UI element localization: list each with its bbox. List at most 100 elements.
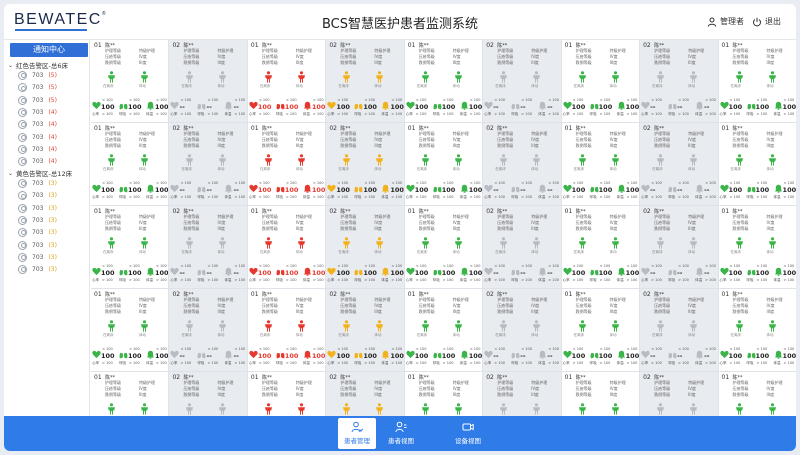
heart-rate-label: 心率 bbox=[719, 278, 727, 282]
temperature-upper: < 100 bbox=[391, 347, 403, 351]
bed-card[interactable]: 02陈**护理等级压疮等级跌倒等级特级护理IV度III度在离床体动< 100--… bbox=[483, 289, 561, 371]
heart-rate-label: 心率 bbox=[248, 112, 256, 116]
alarm-list-item[interactable]: 703 (4) bbox=[18, 119, 57, 130]
care-labels: 护理等级 压疮等级 跌倒等级 bbox=[418, 380, 435, 397]
bed-card[interactable]: 01陈**护理等级压疮等级跌倒等级特级护理IV度III度在离床体动< 10010… bbox=[561, 40, 640, 122]
temperature-upper: < 100 bbox=[626, 347, 638, 351]
movement-status-label: 体动 bbox=[295, 250, 303, 254]
alarm-list-item[interactable]: 703 (3) bbox=[18, 227, 57, 238]
bed-card[interactable]: 02陈**护理等级压疮等级跌倒等级特级护理IV度III度在离床体动< 100--… bbox=[483, 123, 561, 205]
bed-card[interactable]: 01陈**护理等级压疮等级跌倒等级特级护理IV度III度在离床体动< 10010… bbox=[404, 40, 483, 122]
body-movement-icon bbox=[454, 71, 462, 83]
bed-card[interactable]: 01陈**护理等级压疮等级跌倒等级特级护理IV度III度在离床体动< 10010… bbox=[404, 123, 483, 205]
heart-rate-value: 100 bbox=[101, 269, 115, 277]
notification-center-button[interactable]: 通知中心 bbox=[10, 43, 88, 57]
nav-device-view[interactable]: 设备视图 bbox=[449, 418, 487, 449]
bed-card[interactable]: 01陈**护理等级压疮等级跌倒等级特级护理IV度III度在离床体动< 10010… bbox=[718, 40, 796, 122]
nav-patient-management[interactable]: 患者管理 bbox=[338, 418, 376, 449]
alarm-list-item[interactable]: 703 (3) bbox=[18, 178, 57, 189]
respiration-lower: > 100 bbox=[521, 278, 532, 282]
bed-card[interactable]: 01陈**护理等级压疮等级跌倒等级特级护理IV度III度在离床体动< 10010… bbox=[91, 123, 169, 205]
patient-view-icon bbox=[395, 421, 407, 433]
alarm-list-item[interactable]: 703 (5) bbox=[18, 95, 57, 106]
admin-button[interactable]: 管理者 bbox=[707, 16, 744, 27]
logout-button[interactable]: 退出 bbox=[752, 16, 781, 27]
movement-status-label: 体动 bbox=[609, 167, 617, 171]
bed-card[interactable]: 02陈**护理等级压疮等级跌倒等级特级护理IV度III度在离床体动< 100--… bbox=[483, 206, 561, 288]
bed-presence-icon bbox=[578, 237, 586, 249]
temperature-upper: < 100 bbox=[391, 181, 403, 185]
bed-card[interactable]: 01陈**护理等级压疮等级跌倒等级特级护理IV度III度在离床体动< 10010… bbox=[718, 123, 796, 205]
bed-card[interactable]: 02陈**护理等级压疮等级跌倒等级特级护理IV度III度在离床体动< 100--… bbox=[640, 206, 718, 288]
heart-rate-label: 心率 bbox=[641, 195, 649, 199]
heart-icon bbox=[563, 101, 572, 110]
alarm-list-item[interactable]: 703 (4) bbox=[18, 156, 57, 167]
bed-card[interactable]: 01陈**护理等级压疮等级跌倒等级特级护理IV度III度在离床体动< 10010… bbox=[247, 40, 326, 122]
vitals-row: < 100--> 100心率< 100--> 100呼吸< 100--> 100… bbox=[640, 259, 717, 285]
bed-status-label: 在离床 bbox=[495, 84, 506, 88]
bed-card[interactable]: 02陈**护理等级压疮等级跌倒等级特级护理IV度III度在离床体动< 100--… bbox=[640, 123, 718, 205]
bed-card[interactable]: 02陈**护理等级压疮等级跌倒等级特级护理IV度III度在离床体动< 100--… bbox=[169, 40, 247, 122]
alarm-list-item[interactable]: 703 (3) bbox=[18, 264, 57, 275]
bed-card[interactable]: 02陈**护理等级压疮等级跌倒等级特级护理IV度III度在离床体动< 100--… bbox=[169, 123, 247, 205]
movement-status-label: 体动 bbox=[217, 333, 225, 337]
bed-card[interactable]: 01陈**护理等级压疮等级跌倒等级特级护理IV度III度在离床体动< 10010… bbox=[561, 289, 640, 371]
bed-card[interactable]: 02陈**护理等级压疮等级跌倒等级特级护理IV度III度在离床体动< 10010… bbox=[326, 289, 404, 371]
heart-rate-lower: > 100 bbox=[572, 278, 584, 282]
bed-card[interactable]: 02陈**护理等级压疮等级跌倒等级特级护理IV度III度在离床体动< 100--… bbox=[169, 289, 247, 371]
temperature-upper: < 100 bbox=[783, 264, 795, 268]
alarm-list-item[interactable]: 703 (4) bbox=[18, 144, 57, 155]
red-alarm-group-header[interactable]: ⌄ 红色告警区-总6床 bbox=[8, 60, 68, 71]
lungs-icon bbox=[668, 184, 677, 193]
alarm-list-item[interactable]: 703 (3) bbox=[18, 215, 57, 226]
bed-card[interactable]: 02陈**护理等级压疮等级跌倒等级特级护理IV度III度在离床体动< 100--… bbox=[169, 206, 247, 288]
alarm-list-item[interactable]: 703 (3) bbox=[18, 252, 57, 263]
alarm-list-item[interactable]: 703 (5) bbox=[18, 82, 57, 93]
bed-card[interactable]: 01陈**护理等级压疮等级跌倒等级特级护理IV度III度在离床体动< 10010… bbox=[561, 123, 640, 205]
bed-card[interactable]: 02陈**护理等级压疮等级跌倒等级特级护理IV度III度在离床体动< 10010… bbox=[326, 123, 404, 205]
bed-card[interactable]: 01陈**护理等级压疮等级跌倒等级特级护理IV度III度在离床体动< 10010… bbox=[91, 289, 169, 371]
respiration-value: -- bbox=[677, 352, 683, 360]
temperature-lower: > 100 bbox=[783, 361, 795, 365]
bed-card[interactable]: 01陈**护理等级压疮等级跌倒等级特级护理IV度III度在离床体动< 10010… bbox=[91, 206, 169, 288]
heart-rate-label: 心率 bbox=[719, 195, 727, 199]
bed-presence-icon bbox=[264, 403, 272, 415]
respiration-lower: > 100 bbox=[756, 195, 768, 199]
alarm-list-item[interactable]: 703 (3) bbox=[18, 203, 57, 214]
respiration-upper: < 100 bbox=[442, 181, 454, 185]
bed-card[interactable]: 02陈**护理等级压疮等级跌倒等级特级护理IV度III度在离床体动< 10010… bbox=[326, 40, 404, 122]
lungs-icon bbox=[590, 350, 599, 359]
care-labels: 护理等级 压疮等级 跌倒等级 bbox=[105, 131, 121, 148]
heart-rate-upper: < 100 bbox=[494, 98, 505, 102]
heart-rate-lower: > 100 bbox=[494, 112, 505, 116]
temperature-upper: < 100 bbox=[312, 181, 324, 185]
heart-rate-lower: > 100 bbox=[572, 195, 584, 199]
bed-card[interactable]: 02陈**护理等级压疮等级跌倒等级特级护理IV度III度在离床体动< 100--… bbox=[640, 289, 718, 371]
bed-card[interactable]: 01陈**护理等级压疮等级跌倒等级特级护理IV度III度在离床体动< 10010… bbox=[404, 289, 483, 371]
alarm-list-item[interactable]: 703 (4) bbox=[18, 107, 57, 118]
alarm-list-item[interactable]: 703 (3) bbox=[18, 240, 57, 251]
bed-status-label: 在离床 bbox=[652, 250, 663, 254]
bed-card[interactable]: 01陈**护理等级压疮等级跌倒等级特级护理IV度III度在离床体动< 10010… bbox=[718, 289, 796, 371]
bed-card[interactable]: 01陈**护理等级压疮等级跌倒等级特级护理IV度III度在离床体动< 10010… bbox=[247, 123, 326, 205]
bed-card[interactable]: 02陈**护理等级压疮等级跌倒等级特级护理IV度III度在离床体动< 100--… bbox=[483, 40, 561, 122]
alarm-list-item[interactable]: 703 (4) bbox=[18, 132, 57, 143]
body-movement-icon bbox=[690, 320, 698, 332]
heart-rate-value: 100 bbox=[257, 103, 272, 111]
yellow-alarm-group-header[interactable]: ⌄ 黄色告警区-总12床 bbox=[8, 168, 72, 179]
body-movement-icon bbox=[768, 403, 776, 415]
nav-patient-view[interactable]: 患者视图 bbox=[382, 418, 420, 449]
bed-card[interactable]: 01陈**护理等级压疮等级跌倒等级特级护理IV度III度在离床体动< 10010… bbox=[247, 289, 326, 371]
heart-icon bbox=[563, 267, 572, 276]
bed-card[interactable]: 01陈**护理等级压疮等级跌倒等级特级护理IV度III度在离床体动< 10010… bbox=[91, 40, 169, 122]
bed-card[interactable]: 01陈**护理等级压疮等级跌倒等级特级护理IV度III度在离床体动< 10010… bbox=[718, 206, 796, 288]
bed-card[interactable]: 02陈**护理等级压疮等级跌倒等级特级护理IV度III度在离床体动< 100--… bbox=[640, 40, 718, 122]
bed-card[interactable]: 01陈**护理等级压疮等级跌倒等级特级护理IV度III度在离床体动< 10010… bbox=[561, 206, 640, 288]
bed-card[interactable]: 01陈**护理等级压疮等级跌倒等级特级护理IV度III度在离床体动< 10010… bbox=[404, 206, 483, 288]
heart-rate-label: 心率 bbox=[719, 361, 727, 365]
respiration-lower: > 100 bbox=[678, 195, 689, 199]
alarm-list-item[interactable]: 703 (5) bbox=[18, 70, 57, 81]
alarm-list-item[interactable]: 703 (3) bbox=[18, 190, 57, 201]
bed-card[interactable]: 01陈**护理等级压疮等级跌倒等级特级护理IV度III度在离床体动< 10010… bbox=[247, 206, 326, 288]
bed-card[interactable]: 02陈**护理等级压疮等级跌倒等级特级护理IV度III度在离床体动< 10010… bbox=[326, 206, 404, 288]
